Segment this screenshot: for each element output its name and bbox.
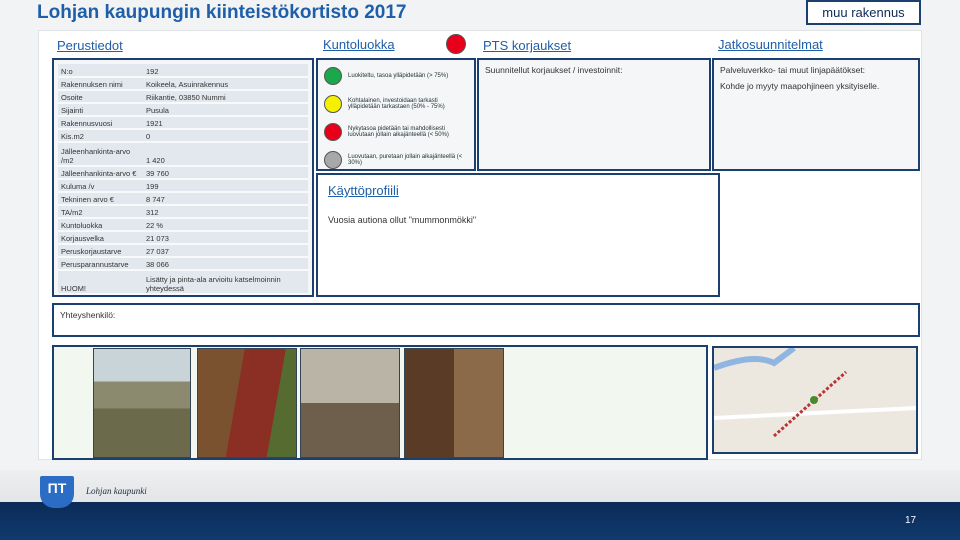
info-row: HUOM! Lisätty ja pinta-ala arvioitu katse…: [58, 270, 308, 295]
photo-exterior-2: [197, 348, 297, 458]
legend-item: Nykytasoa pidetään tai mahdollisesti luo…: [324, 118, 468, 146]
info-value: 22 %: [143, 218, 308, 232]
info-row: Sijainti Pusula: [58, 103, 308, 117]
info-row: Tekninen arvo €8 747: [58, 192, 308, 206]
info-value: 192: [143, 64, 308, 78]
pts-heading: PTS korjaukset: [483, 38, 572, 53]
info-row: Jälleenhankinta-arvo €39 760: [58, 166, 308, 180]
kaytto-heading: Käyttöprofiili: [328, 183, 399, 198]
legend-text: Luokiteltu, tasoa ylläpidetään (> 75%): [348, 73, 449, 79]
condition-status-indicator: [446, 34, 466, 54]
info-row: Rakennusvuosi 1921: [58, 116, 308, 130]
photo-interior-2: [404, 348, 504, 458]
info-label: TA/m2: [58, 205, 143, 219]
page-title: Lohjan kaupungin kiinteistökortisto 2017: [37, 2, 407, 23]
photo-exterior-1: [93, 348, 191, 458]
building-type-badge: muu rakennus: [806, 0, 921, 25]
contact-box: Yhteyshenkilö:: [52, 303, 920, 337]
info-value: 1921: [143, 116, 308, 130]
kaytto-box: Käyttöprofiili Vuosia autiona ollut "mum…: [316, 173, 720, 297]
info-row: TA/m2 312: [58, 205, 308, 219]
info-label: N:o: [58, 64, 143, 78]
contact-label: Yhteyshenkilö:: [60, 310, 116, 320]
info-value: 27 037: [143, 244, 308, 258]
condition-dot-icon: [324, 151, 342, 169]
info-row: Kuluma /v 199: [58, 179, 308, 193]
info-label: Jälleenhankinta-arvo €: [58, 166, 143, 180]
info-value: 38 066: [143, 257, 308, 271]
info-value: 0: [143, 129, 308, 143]
info-value: 21 073: [143, 231, 308, 245]
jatko-status: Kohde jo myyty maapohjineen yksityiselle…: [720, 81, 880, 91]
legend-text: Kohtalainen, investoidaan tarkasti ylläp…: [348, 98, 445, 110]
legend-item: Luovutaan, puretaan jollain aikajänteell…: [324, 146, 468, 174]
info-label: Osoite: [58, 90, 143, 104]
basic-info-table-box: N:o 192 Rakennuksen nimi Koikeela, Asuinrak…: [52, 58, 314, 297]
info-label: Kuluma /v: [58, 179, 143, 193]
info-label: Sijainti: [58, 103, 143, 117]
location-map[interactable]: [712, 345, 918, 454]
kuntoluokka-heading: Kuntoluokka: [323, 37, 395, 52]
info-row: Osoite Riikantie, 03850 Nummi: [58, 90, 308, 104]
kaytto-text: Vuosia autiona ollut "mummonmökki": [328, 215, 477, 225]
info-value: Riikantie, 03850 Nummi: [143, 90, 308, 104]
condition-dot-icon: [324, 67, 342, 85]
legend-item: Kohtalainen, investoidaan tarkasti ylläp…: [324, 90, 468, 118]
info-label: HUOM!: [58, 270, 143, 295]
info-row: Rakennuksen nimi Koikeela, Asuinrakennus: [58, 77, 308, 91]
condition-dot-icon: [324, 123, 342, 141]
info-label: Rakennuksen nimi: [58, 77, 143, 91]
info-value: Lisätty ja pinta-ala arvioitu katselmoin…: [143, 270, 308, 295]
info-value: 1 420: [143, 142, 308, 167]
info-row: N:o 192: [58, 64, 308, 78]
page-number: 17: [905, 515, 917, 526]
info-label: Kuntoluokka: [58, 218, 143, 232]
info-label: Korjausvelka: [58, 231, 143, 245]
info-row: Peruskorjaustarve 27 037: [58, 244, 308, 258]
pts-box: Suunnitellut korjaukset / investoinnit:: [477, 58, 711, 171]
basic-info-table: N:o 192 Rakennuksen nimi Koikeela, Asuinrak…: [58, 64, 308, 295]
info-label: Rakennusvuosi: [58, 116, 143, 130]
city-crest-logo: ΠΤ: [40, 476, 74, 508]
info-value: Koikeela, Asuinrakennus: [143, 77, 308, 91]
condition-legend: Luokiteltu, tasoa ylläpidetään (> 75%) Ko…: [316, 58, 476, 171]
pts-text: Suunnitellut korjaukset / investoinnit:: [485, 65, 623, 75]
info-row: Perusparannustarve 38 066: [58, 257, 308, 271]
info-row: Jälleenhankinta-arvo /m2 1 420: [58, 142, 308, 167]
info-label: Kis.m2: [58, 129, 143, 143]
info-value: Pusula: [143, 103, 308, 117]
info-value: 39 760: [143, 166, 308, 180]
jatko-heading: Jatkosuunnitelmat: [718, 37, 823, 52]
info-row: Kuntoluokka 22 %: [58, 218, 308, 232]
jatko-decisions: Palveluverkko- tai muut linjapäätökset:: [720, 65, 866, 75]
info-label: Jälleenhankinta-arvo /m2: [58, 142, 143, 167]
info-value: 199: [143, 179, 308, 193]
jatko-box: Palveluverkko- tai muut linjapäätökset: …: [712, 58, 920, 171]
info-row: Kis.m2 0: [58, 129, 308, 143]
info-value: 312: [143, 205, 308, 219]
legend-text: Nykytasoa pidetään tai mahdollisesti luo…: [348, 126, 449, 138]
legend-item: Luokiteltu, tasoa ylläpidetään (> 75%): [324, 62, 468, 90]
info-label: Tekninen arvo €: [58, 192, 143, 206]
info-label: Peruskorjaustarve: [58, 244, 143, 258]
map-route: [712, 345, 917, 438]
legend-text: Luovutaan, puretaan jollain aikajänteell…: [348, 154, 463, 166]
perustiedot-heading: Perustiedot: [57, 38, 123, 53]
info-value: 8 747: [143, 192, 308, 206]
info-label: Perusparannustarve: [58, 257, 143, 271]
footer-bar: [0, 502, 960, 540]
photo-interior-1: [300, 348, 400, 458]
org-name: Lohjan kaupunki: [86, 486, 147, 496]
info-row: Korjausvelka 21 073: [58, 231, 308, 245]
condition-dot-icon: [324, 95, 342, 113]
